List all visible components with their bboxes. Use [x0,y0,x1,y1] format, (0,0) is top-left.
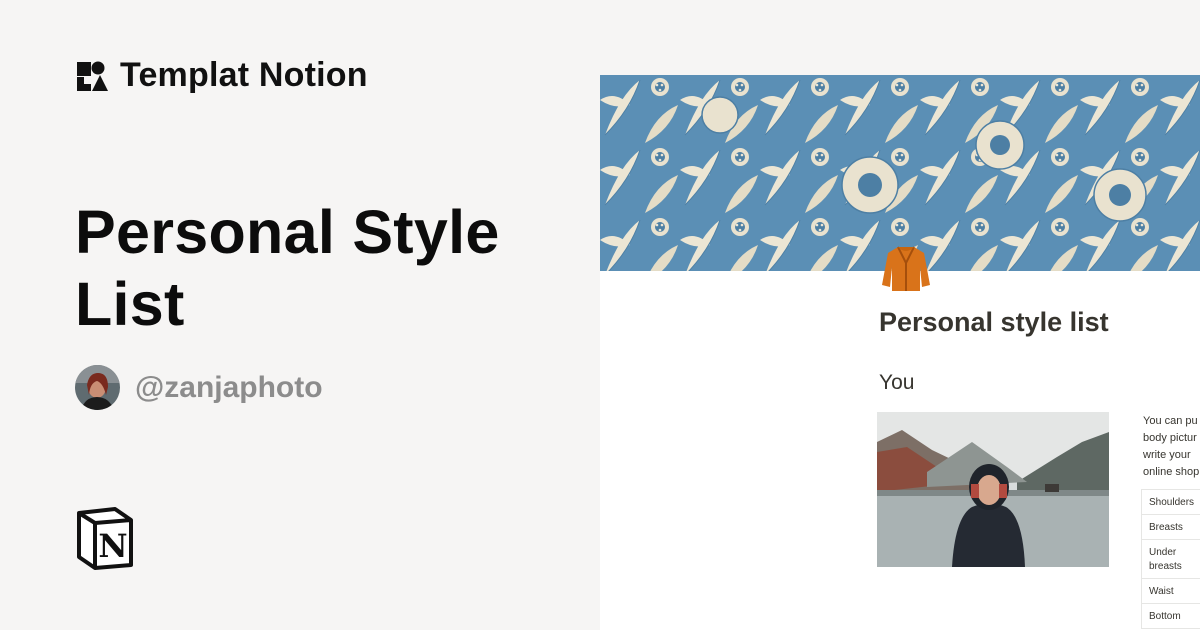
brand: Templat Notion [75,56,368,95]
intro-text: You can pu body pictur write your online… [1143,413,1200,481]
table-row[interactable]: Breasts [1141,515,1200,540]
author[interactable]: @zanjaphoto [75,365,323,410]
portrait-photo [877,412,1109,567]
section-heading-you: You [879,371,915,394]
notion-logo-icon: N [77,507,133,570]
table-row[interactable]: Under breasts [1141,540,1200,579]
preview-page-title: Personal style list [879,307,1109,337]
jacket-icon [882,246,930,291]
intro-line: write your [1143,449,1191,461]
table-row[interactable]: Bottom [1141,604,1200,629]
intro-line: body pictur [1143,432,1197,444]
template-title: Personal Style List [75,198,500,338]
intro-line: You can pu [1143,415,1198,427]
author-avatar[interactable] [75,365,120,410]
cover-image [600,75,1200,271]
table-row[interactable]: Waist [1141,579,1200,604]
svg-text:N: N [98,527,127,565]
author-handle[interactable]: @zanjaphoto [135,371,323,405]
table-row[interactable]: Shoulders [1141,490,1200,515]
page-preview[interactable]: Personal style list You You can pu body … [600,75,1200,630]
shapes-logo-icon [77,61,108,91]
brand-name: Templat Notion [120,56,368,94]
intro-line: online shop [1143,466,1200,478]
measurements-table: Shoulders Breasts Under breasts Waist Bo… [1141,489,1200,629]
